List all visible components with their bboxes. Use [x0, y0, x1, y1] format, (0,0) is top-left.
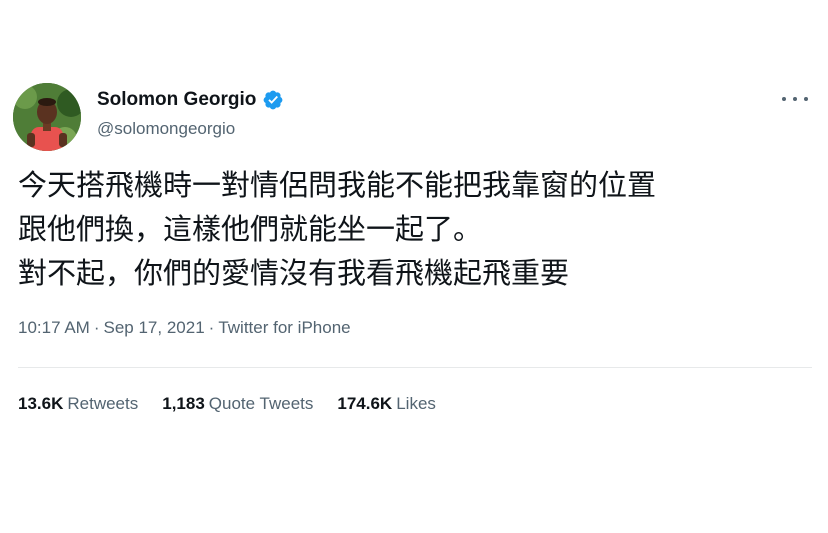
more-dot [804, 97, 808, 101]
tweet-text: 今天搭飛機時一對情侶問我能不能把我靠窗的位置 跟他們換，這樣他們就能坐一起了。 … [18, 163, 808, 295]
meta-separator: · [208, 318, 215, 337]
tweet-metadata: 10:17 AM · Sep 17, 2021 · Twitter for iPhone [18, 318, 351, 338]
tweet-text-line: 跟他們換，這樣他們就能坐一起了。 [18, 212, 483, 246]
tweet-card: Solomon Georgio @solomongeorgio 今天搭飛機時一對… [0, 0, 828, 533]
retweets-count: 13.6K [18, 394, 64, 413]
avatar[interactable] [13, 83, 81, 151]
likes-label: Likes [396, 394, 436, 413]
retweets-label: Retweets [67, 394, 139, 413]
author-display-name[interactable]: Solomon Georgio [97, 89, 256, 111]
verified-badge-icon [262, 89, 284, 111]
more-dot [782, 97, 786, 101]
retweets-stat[interactable]: 13.6K Retweets [18, 394, 138, 414]
quote-tweets-label: Quote Tweets [208, 394, 314, 413]
quote-tweets-stat[interactable]: 1,183 Quote Tweets [162, 394, 313, 414]
tweet-stats: 13.6K Retweets 1,183 Quote Tweets 174.6K Li… [18, 394, 436, 414]
quote-tweets-count: 1,183 [162, 394, 205, 413]
likes-stat[interactable]: 174.6K Likes [337, 394, 436, 414]
tweet-date[interactable]: Sep 17, 2021 [104, 318, 205, 337]
tweet-time[interactable]: 10:17 AM [18, 318, 90, 337]
divider [18, 367, 812, 368]
tweet-text-line: 對不起，你們的愛情沒有我看飛機起飛重要 [18, 256, 570, 290]
avatar-image [13, 83, 81, 151]
author-name-row: Solomon Georgio [97, 89, 284, 111]
tweet-source[interactable]: Twitter for iPhone [218, 318, 350, 337]
likes-count: 174.6K [337, 394, 393, 413]
more-dot [793, 97, 797, 101]
more-options-icon[interactable] [782, 92, 808, 106]
tweet-text-line: 今天搭飛機時一對情侶問我能不能把我靠窗的位置 [18, 168, 657, 202]
author-handle[interactable]: @solomongeorgio [97, 119, 235, 139]
meta-separator: · [93, 318, 100, 337]
